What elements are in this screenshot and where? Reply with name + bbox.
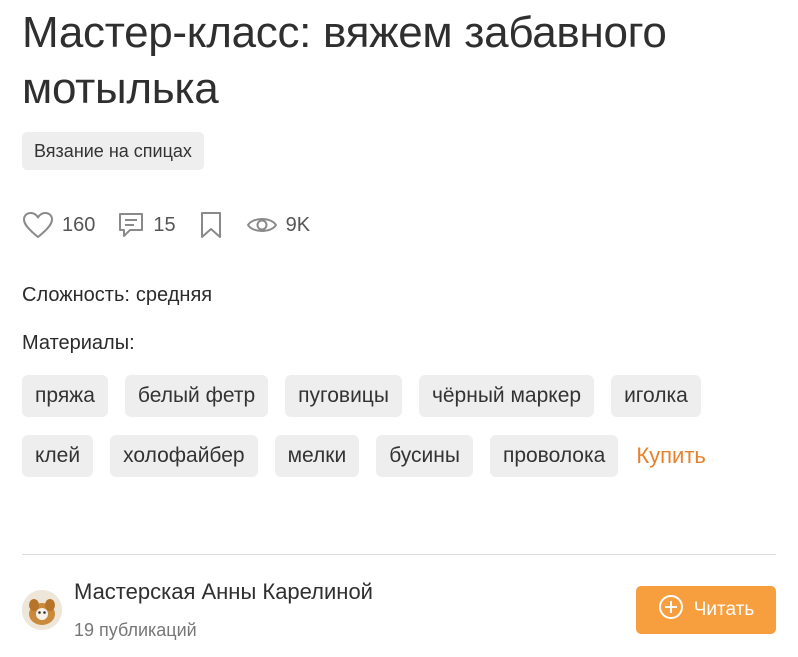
difficulty-label: Сложность: [22,284,130,306]
material-chip[interactable]: иголка [611,375,701,417]
author-name[interactable]: Мастерская Анны Карелиной [74,578,373,606]
comment-icon[interactable] [117,211,145,239]
divider [22,554,776,555]
page-title: Мастер-класс: вяжем забавного мотылька [22,8,667,113]
article-container: Мастер-класс: вяжем забавного мотылька [22,0,776,117]
stats-bar: 160 15 9K [22,205,332,245]
comment-count: 15 [153,213,176,236]
bookmark-stat[interactable] [198,210,224,240]
heart-icon[interactable] [22,211,54,239]
author-publications: 19 публикаций [74,620,197,640]
category-tag[interactable]: Вязание на спицах [22,132,204,170]
difficulty-row: Сложность: средняя [22,280,212,310]
views-count: 9K [285,213,311,236]
material-chip[interactable]: пряжа [22,375,108,417]
material-chip[interactable]: холофайбер [110,435,258,477]
author-block: Мастерская Анны Карелиной 19 публикаций … [22,570,776,650]
material-chip[interactable]: чёрный маркер [418,375,595,417]
material-chip[interactable]: белый фетр [124,375,269,417]
views-stat: 9K [246,213,310,237]
material-chip[interactable]: бусины [376,435,473,477]
materials-label: Материалы: [22,332,135,354]
materials-list: пряжа белый фетр пуговицы чёрный маркер … [22,375,782,477]
read-button[interactable]: Читать [636,586,776,634]
material-chip[interactable]: проволока [489,435,619,477]
difficulty-value: средняя [135,284,213,306]
avatar[interactable] [22,590,62,630]
material-chip[interactable]: клей [22,435,94,477]
comment-stat[interactable]: 15 [117,211,176,239]
read-button-label: Читать [693,599,755,620]
eye-icon [246,213,278,237]
like-stat[interactable]: 160 [22,211,95,239]
bookmark-icon[interactable] [198,210,224,240]
plus-circle-icon [658,594,684,626]
buy-link[interactable]: Купить [636,435,706,477]
material-chip[interactable]: пуговицы [285,375,402,417]
like-count: 160 [62,213,96,236]
material-chip[interactable]: мелки [274,435,360,477]
